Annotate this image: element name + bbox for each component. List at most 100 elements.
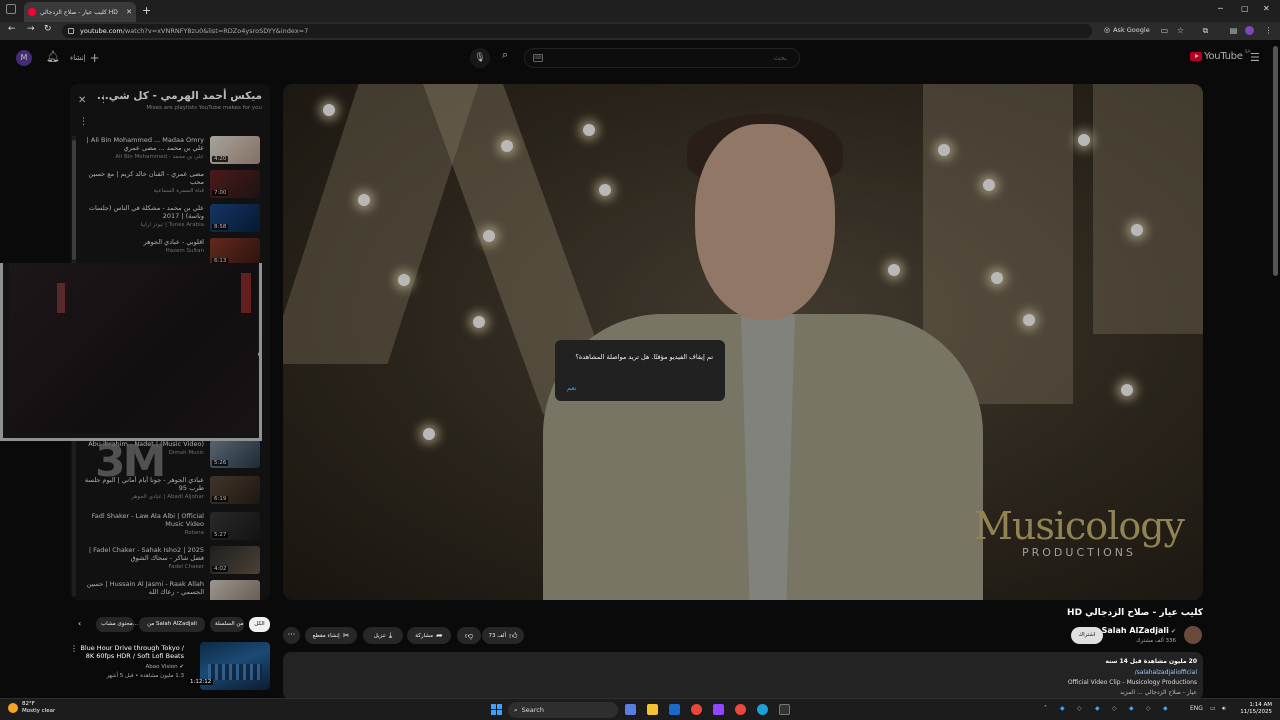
profile-icon[interactable]	[1245, 26, 1254, 35]
recommendation-title: Blue Hour Drive through Tokyo / 8K 60fps…	[80, 644, 184, 660]
system-clock[interactable]: 1:14 AM 11/15/2025	[1238, 702, 1272, 716]
tray-app-icon[interactable]: ◆	[1129, 705, 1134, 712]
playlist-item-title: Hussain Al Jasmi - Raak Allah | حسين الج…	[86, 580, 204, 596]
new-tab-icon[interactable]: +	[142, 4, 151, 17]
chip-related[interactable]: محتوى مشاب...	[96, 617, 138, 632]
window-close-icon[interactable]: ✕	[1263, 4, 1270, 13]
page-scrollbar[interactable]	[1273, 46, 1278, 276]
clip-button[interactable]: إنشاء مقطع ✂	[305, 627, 357, 644]
notifications-bell-icon[interactable]: 🔔︎	[46, 50, 60, 63]
back-icon[interactable]: ←	[8, 24, 16, 34]
language-indicator[interactable]: ENG	[1190, 705, 1203, 712]
description-box[interactable]: 20 مليون مشاهدة قبل 14 سنة salahalzadjal…	[283, 652, 1203, 700]
playlist-item-thumbnail: 4:20	[210, 136, 260, 164]
channel-name[interactable]: ✔ Salah AlZadjali	[1102, 626, 1176, 635]
playlist-item-channel: Rotana	[184, 530, 204, 536]
playlist-item[interactable]: 8:58 علي بن محمد - مشكلة في الناس (جلسات…	[78, 204, 260, 240]
guide-menu-icon[interactable]: ☰	[1250, 51, 1260, 64]
recommendation-more-icon[interactable]: ⋮	[70, 644, 78, 653]
download-button[interactable]: تنزيل ⤓	[363, 627, 403, 644]
tray-app-icon[interactable]: ◆	[1163, 705, 1168, 712]
chip-from-series[interactable]: من السلسلة	[210, 617, 244, 632]
tray-app-icon[interactable]: ◆	[1095, 705, 1100, 712]
duration-badge: 4:20	[212, 156, 229, 162]
chrome-menu-icon[interactable]: ⋮	[1264, 26, 1273, 35]
chip-from-channel[interactable]: من Salah AlZadjali	[139, 617, 205, 632]
forward-icon[interactable]: →	[27, 24, 35, 34]
share-button[interactable]: مشاركة ➦	[407, 627, 451, 644]
playlist-item[interactable]: 4:02 Fadel Chaker - Sahak Isho2 | 2025 |…	[78, 546, 260, 582]
create-button[interactable]: إنشاء +	[70, 50, 100, 66]
continue-watching-button[interactable]: نعم	[567, 384, 576, 392]
active-tab[interactable]: كليب عيار - صلاح الزدجالي HD ✕	[24, 2, 136, 22]
duration-badge: 4:02	[212, 566, 229, 572]
duration-badge: 5:26	[212, 460, 229, 466]
tray-overflow-icon[interactable]: ˄	[1044, 705, 1047, 712]
recommendation-channel: Abao Vision ✔	[80, 664, 184, 670]
file-explorer-icon[interactable]	[647, 704, 658, 715]
tray-app-icon[interactable]: ◇	[1112, 705, 1117, 712]
pip-expand-icon[interactable]: ▸	[258, 350, 262, 358]
playlist-item-channel: Tunes Arabia | تيونز أرابيا	[140, 222, 204, 228]
playlist-actions-icon[interactable]: ⋮	[79, 117, 88, 127]
close-playlist-icon[interactable]: ✕	[78, 95, 86, 106]
description-more[interactable]: عيار - صلاح الزدجالي ... المزيد	[1120, 689, 1197, 696]
playlist-item[interactable]: 5:27 Fadl Shaker - Law Ala Albi | Offici…	[78, 512, 260, 548]
twitch-icon[interactable]	[713, 704, 724, 715]
taskbar-search[interactable]: ⌕ Search	[508, 702, 618, 718]
recommended-video[interactable]: ⋮ Blue Hour Drive through Tokyo / 8K 60f…	[70, 642, 270, 690]
tray-app-icon[interactable]: ◇	[1077, 705, 1082, 712]
site-info-icon[interactable]	[68, 28, 74, 34]
copilot-icon[interactable]	[625, 704, 636, 715]
playlist-title[interactable]: ميكس أحمد الهرمي - كل شي...	[97, 90, 262, 102]
edge-icon[interactable]	[757, 704, 768, 715]
cast-icon[interactable]: ▭	[1160, 26, 1169, 35]
like-button[interactable]: 73 ألف 👍︎	[482, 627, 524, 644]
playlist-item[interactable]: 4:20 Ali Bin Mohammed ... Madaa Omry | ع…	[78, 136, 260, 172]
tab-close-icon[interactable]: ✕	[126, 8, 132, 16]
extensions-icon[interactable]: ⧉	[1201, 26, 1210, 35]
channel-avatar[interactable]	[1184, 626, 1202, 644]
voice-search-mic-icon[interactable]: 🎙︎	[470, 48, 490, 68]
address-bar[interactable]: youtube.com/watch?v=xVNRNFY8zu0&list=RDZ…	[62, 24, 1092, 38]
playlist-item[interactable]: Hussain Al Jasmi - Raak Allah | حسين الج…	[78, 580, 260, 600]
volume-icon[interactable]: 🔊︎	[1222, 705, 1226, 713]
keyboard-icon[interactable]: ⌨	[533, 54, 543, 62]
account-avatar[interactable]: M	[16, 50, 32, 66]
capcut-icon[interactable]	[779, 704, 790, 715]
youtube-play-logo-icon	[1190, 52, 1202, 61]
chrome-icon[interactable]	[691, 704, 702, 715]
picture-in-picture-window[interactable]	[0, 263, 262, 441]
search-icon[interactable]: ⌕	[502, 48, 508, 62]
sidebar-icon[interactable]: ▤	[1229, 26, 1238, 35]
google-lens-icon: ◎	[1104, 26, 1111, 34]
ask-google-button[interactable]: ◎ Ask Google	[1104, 26, 1150, 34]
playlist-item[interactable]: 7:00 مضى عمري - الفنان خالد كريم | مع حس…	[78, 170, 260, 206]
subscribe-button[interactable]: اشتراك	[1071, 627, 1103, 644]
search-input[interactable]: ⌨ بحث	[524, 48, 800, 68]
bookmark-star-icon[interactable]: ☆	[1176, 26, 1185, 35]
minimize-icon[interactable]: ─	[1218, 4, 1223, 13]
reload-icon[interactable]: ↻	[44, 24, 52, 34]
duration-badge: 8:58	[212, 224, 229, 230]
weather-widget[interactable]: 82°F Mostly clear	[8, 701, 55, 715]
video-player[interactable]: Musicology PRODUCTIONS	[283, 84, 1203, 600]
windows-start-icon[interactable]	[491, 704, 502, 715]
chips-scroll-left-icon[interactable]: ‹	[78, 619, 81, 628]
dislike-button[interactable]: 👎︎	[457, 627, 481, 644]
verified-badge-icon: ✔	[179, 664, 184, 670]
tab-search-icon[interactable]	[6, 4, 16, 14]
chip-all[interactable]: الكل	[249, 617, 270, 632]
more-actions-icon[interactable]: ···	[283, 627, 300, 644]
chrome-icon[interactable]	[735, 704, 746, 715]
tray-app-icon[interactable]: ◆	[1060, 705, 1065, 712]
youtube-logo[interactable]: YouTube SA	[1190, 50, 1251, 62]
like-count: 73 ألف	[488, 632, 507, 639]
plus-icon: +	[89, 51, 100, 65]
steam-icon[interactable]	[669, 704, 680, 715]
description-link[interactable]: salahalzadjaliofficial/	[1135, 669, 1197, 676]
duration-badge: 5:27	[212, 532, 229, 538]
maximize-icon[interactable]: ▢	[1241, 4, 1249, 13]
tray-app-icon[interactable]: ◇	[1146, 705, 1151, 712]
network-icon[interactable]: ▭	[1210, 705, 1216, 712]
